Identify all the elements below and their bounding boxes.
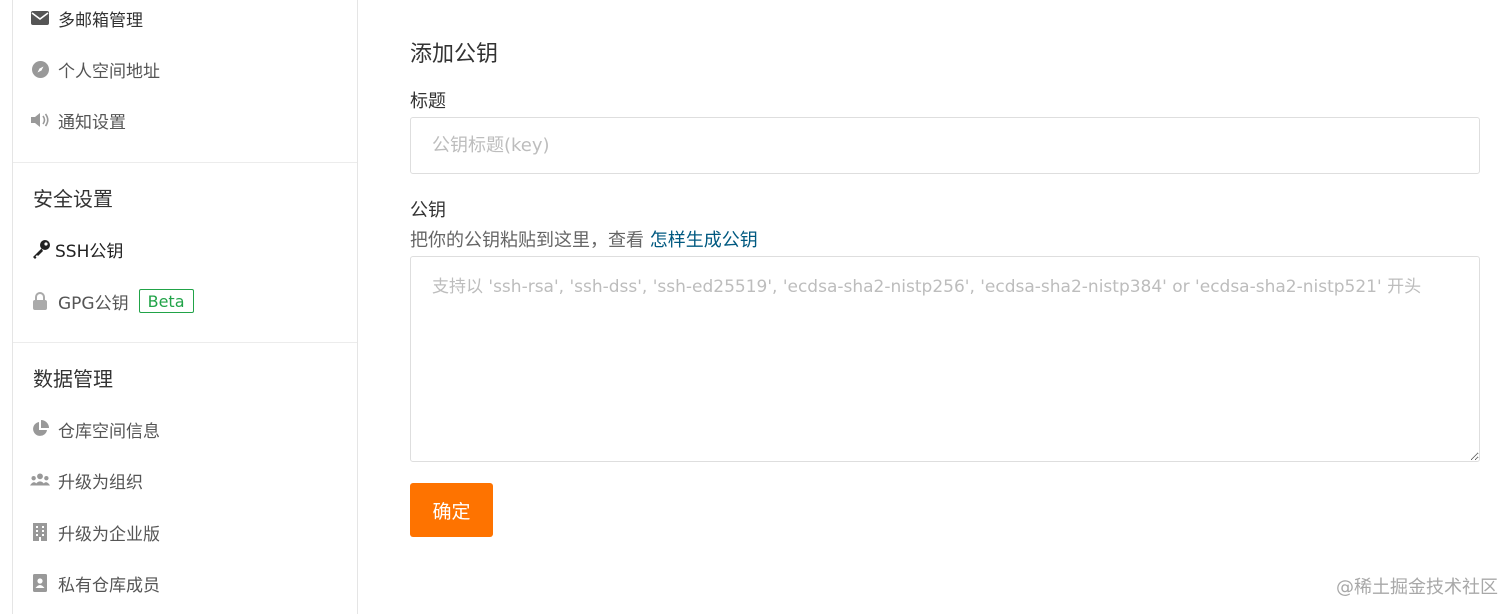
add-ssh-key-form: 添加公钥 标题 公钥 把你的公钥粘贴到这里，查看 怎样生成公钥 确定 <box>410 0 1480 614</box>
how-to-generate-key-link[interactable]: 怎样生成公钥 <box>650 230 758 251</box>
volume-icon <box>30 110 50 130</box>
key-hint-text: 把你的公钥粘贴到这里，查看 <box>410 230 644 251</box>
sidebar-heading-data: 数据管理 <box>33 367 113 391</box>
contact-card-icon <box>30 573 50 593</box>
sidebar-item-label: 升级为企业版 <box>58 524 160 545</box>
users-icon <box>30 470 50 490</box>
sidebar-item-upgrade-enterprise[interactable]: 升级为企业版 <box>30 518 160 546</box>
page-title: 添加公钥 <box>410 42 499 67</box>
sidebar-item-gpg-keys[interactable]: GPG公钥 Beta <box>30 287 194 315</box>
sidebar-item-notifications[interactable]: 通知设置 <box>30 106 126 134</box>
compass-icon <box>30 59 50 79</box>
key-icon <box>30 239 52 259</box>
sidebar-item-label: 通知设置 <box>58 112 126 133</box>
sidebar-item-personal-space[interactable]: 个人空间地址 <box>30 55 160 83</box>
settings-sidebar: 多邮箱管理 个人空间地址 通知设置 安全设置 SSH公钥 GPG公钥 Beta … <box>12 0 358 614</box>
sidebar-item-label: 仓库空间信息 <box>58 421 160 442</box>
submit-button[interactable]: 确定 <box>410 483 493 537</box>
sidebar-item-private-members[interactable]: 私有仓库成员 <box>30 569 160 597</box>
title-field-label: 标题 <box>410 91 446 112</box>
sidebar-item-label: 个人空间地址 <box>58 61 160 82</box>
sidebar-item-label: 升级为组织 <box>58 472 143 493</box>
key-title-input[interactable] <box>410 117 1480 174</box>
sidebar-heading-security: 安全设置 <box>33 187 113 211</box>
lock-icon <box>30 291 50 311</box>
beta-badge: Beta <box>138 289 194 313</box>
sidebar-item-ssh-keys[interactable]: SSH公钥 <box>30 235 123 263</box>
sidebar-item-upgrade-org[interactable]: 升级为组织 <box>30 466 143 494</box>
sidebar-item-label: SSH公钥 <box>55 241 124 262</box>
key-field-label: 公钥 <box>410 200 446 221</box>
sidebar-divider <box>13 342 357 343</box>
watermark: @稀土掘金技术社区 <box>1336 577 1498 598</box>
sidebar-divider <box>13 162 357 163</box>
sidebar-item-multi-email[interactable]: 多邮箱管理 <box>30 4 143 32</box>
sidebar-item-label: 私有仓库成员 <box>58 575 160 596</box>
sidebar-item-label: GPG公钥 <box>58 293 129 314</box>
key-hint: 把你的公钥粘贴到这里，查看 怎样生成公钥 <box>410 226 758 252</box>
building-icon <box>30 522 50 542</box>
public-key-textarea[interactable] <box>410 256 1480 462</box>
sidebar-item-repo-space[interactable]: 仓库空间信息 <box>30 415 160 443</box>
envelope-icon <box>30 8 50 28</box>
pie-chart-icon <box>30 419 50 439</box>
sidebar-item-label: 多邮箱管理 <box>58 10 143 31</box>
